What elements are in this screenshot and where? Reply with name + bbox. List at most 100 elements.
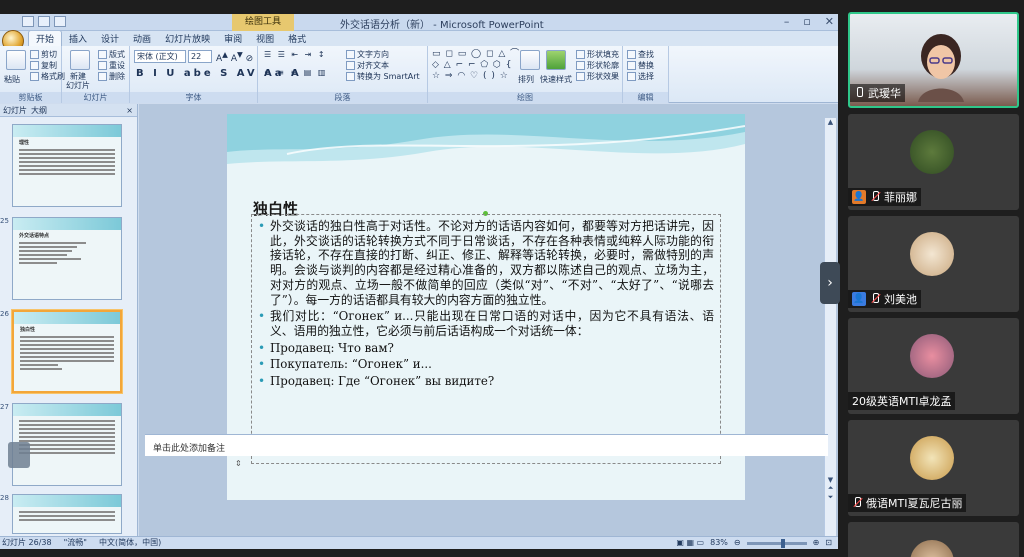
- slide-header-wave: [227, 114, 745, 164]
- bullet-icon: •: [258, 374, 266, 389]
- tab-animations[interactable]: 动画: [126, 31, 158, 46]
- close-icon[interactable]: ✕: [825, 15, 834, 28]
- text-direction-button[interactable]: 文字方向: [346, 49, 389, 60]
- zoom-out-icon[interactable]: ⊖: [734, 537, 741, 549]
- vertical-scrollbar[interactable]: ▲ ▼ ⏶ ⏷: [824, 118, 836, 538]
- view-buttons[interactable]: ▣ ▦ ▭: [676, 537, 704, 549]
- shape-fill-button[interactable]: 形状填充: [576, 49, 619, 60]
- tab-slideshow[interactable]: 幻灯片放映: [158, 31, 217, 46]
- layout-button[interactable]: 版式: [98, 49, 125, 60]
- align-text-button[interactable]: 对齐文本: [346, 60, 389, 71]
- zoom-in-icon[interactable]: ⊕: [813, 537, 820, 549]
- close-pane-icon[interactable]: ×: [126, 104, 133, 116]
- undo-icon[interactable]: [38, 16, 50, 27]
- maximize-icon[interactable]: ▫: [803, 15, 810, 28]
- thumbnail-scroll-overlay[interactable]: [8, 442, 30, 468]
- find-button[interactable]: 查找: [627, 49, 654, 60]
- copy-button[interactable]: 复制: [30, 60, 57, 71]
- tab-slides[interactable]: 幻灯片: [3, 104, 27, 116]
- new-slide-button[interactable]: 新建 幻灯片: [66, 72, 90, 90]
- tab-insert[interactable]: 插入: [62, 31, 94, 46]
- quick-styles-button[interactable]: 快速样式: [540, 74, 572, 85]
- prev-slide-icon[interactable]: ⏶: [825, 484, 836, 493]
- group-label: 剪贴板: [0, 92, 61, 103]
- paste-icon[interactable]: [6, 50, 26, 70]
- cut-button[interactable]: 剪切: [30, 49, 57, 60]
- theme-name: "流畅": [63, 538, 87, 547]
- participant-name-bar: 👤 刘美池: [848, 290, 921, 308]
- scroll-up-icon[interactable]: ▲: [825, 118, 836, 126]
- participant-name-bar: 武瑷华: [850, 84, 905, 102]
- tab-format[interactable]: 格式: [281, 31, 313, 46]
- participant-tile[interactable]: 俄语MTI夏瓦尼古丽: [848, 420, 1019, 516]
- tab-view[interactable]: 视图: [249, 31, 281, 46]
- quick-access-toolbar: [22, 16, 66, 27]
- shape-outline-button[interactable]: 形状轮廓: [576, 60, 619, 71]
- tab-home[interactable]: 开始: [28, 30, 63, 46]
- avatar: [910, 436, 954, 480]
- arrange-button[interactable]: 排列: [518, 74, 534, 85]
- slide-editor: 独白性 • 外交谈话的独白性高于对话性。不论对方的话语内容如何，都要等对方把话讲完…: [139, 104, 838, 536]
- group-clipboard: 粘贴 剪切 复制 格式刷 剪贴板: [0, 46, 65, 103]
- mic-muted-icon: [852, 497, 862, 509]
- align-buttons[interactable]: ≡ ≡ ≡ ▤ ▥: [264, 68, 327, 77]
- arrange-icon[interactable]: [520, 50, 540, 70]
- group-paragraph: ☰ ☰ ⇤ ⇥ ↕ ≡ ≡ ≡ ▤ ▥ 文字方向 对齐文本 转换为 SmartA…: [258, 46, 428, 103]
- participant-tile-active[interactable]: 武瑷华: [848, 12, 1019, 108]
- format-painter-button[interactable]: 格式刷: [30, 71, 65, 82]
- slide-body-textbox[interactable]: • 外交谈话的独白性高于对话性。不论对方的话语内容如何，都要等对方把话讲完，因此，…: [251, 214, 721, 464]
- select-button[interactable]: 选择: [627, 71, 654, 82]
- group-label: 绘图: [428, 92, 622, 103]
- tab-review[interactable]: 审阅: [217, 31, 249, 46]
- participant-name-bar: 20级英语MTI卓龙孟: [848, 392, 956, 410]
- autofit-options-icon[interactable]: ⇕: [235, 459, 245, 469]
- status-bar: 幻灯片 26/38 "流畅" 中文(简体，中国) ▣ ▦ ▭ 83% ⊖ ⊕ ⊡: [0, 536, 838, 549]
- shape-effects-button[interactable]: 形状效果: [576, 71, 619, 82]
- language-indicator[interactable]: 中文(简体，中国): [99, 537, 161, 549]
- participant-tile[interactable]: 👤 刘美池: [848, 216, 1019, 312]
- zoom-level[interactable]: 83%: [710, 537, 728, 549]
- scroll-down-icon[interactable]: ▼: [825, 476, 836, 484]
- bullet-icon: •: [258, 309, 266, 324]
- slide-count: 幻灯片 26/38: [2, 538, 52, 547]
- notes-pane[interactable]: 单击此处添加备注: [145, 434, 828, 456]
- minimize-icon[interactable]: –: [784, 15, 790, 28]
- bullet-item: • Продавец: Что вам?: [258, 340, 394, 355]
- bullet-icon: •: [258, 219, 266, 233]
- collapse-panel-chevron-icon[interactable]: ›: [820, 262, 840, 304]
- tab-design[interactable]: 设计: [94, 31, 126, 46]
- replace-button[interactable]: 替换: [627, 60, 654, 71]
- participant-tile[interactable]: 20级英语MTI卓龙孟: [848, 318, 1019, 414]
- redo-icon[interactable]: [54, 16, 66, 27]
- slide-thumbnail[interactable]: 25 外交话语特点: [0, 217, 138, 303]
- reset-button[interactable]: 重设: [98, 60, 125, 71]
- work-area: 幻灯片 大纲 × 理性 25 外交话语特点 26 独白性 27 28 独白性 •…: [0, 104, 838, 536]
- bullet-item: • 我们对比：“Огонек” и...只能出现在日常口语的对话中，因为它不具有语…: [258, 309, 714, 338]
- quick-styles-icon[interactable]: [546, 50, 566, 70]
- paste-button[interactable]: 粘贴: [4, 74, 20, 85]
- font-name-select[interactable]: 宋体 (正文): [134, 50, 186, 63]
- new-slide-icon[interactable]: [70, 50, 90, 70]
- participant-name-bar: 👤 菲丽娜: [848, 188, 921, 206]
- avatar: [910, 334, 954, 378]
- font-grow-shrink[interactable]: A▲ A▼ ⊘: [216, 50, 253, 64]
- zoom-slider[interactable]: [746, 538, 807, 548]
- avatar: [910, 232, 954, 276]
- next-slide-icon[interactable]: ⏷: [825, 493, 836, 502]
- save-icon[interactable]: [22, 16, 34, 27]
- delete-button[interactable]: 删除: [98, 71, 125, 82]
- tab-outline[interactable]: 大纲: [31, 104, 47, 116]
- bullet-item: • Продавец: Где “Огонек” вы видите?: [258, 374, 495, 389]
- participant-tile[interactable]: 👤 菲丽娜: [848, 114, 1019, 210]
- list-buttons[interactable]: ☰ ☰ ⇤ ⇥ ↕: [264, 50, 327, 59]
- smartart-button[interactable]: 转换为 SmartArt: [346, 71, 420, 82]
- shapes-gallery[interactable]: ▭ ◻ ▭ ◯ ◻ △ ⌒ ◇ △ ⌐ ⌐ ⬠ ⬡ {☆ ⇒ ◠ ♡ ( ) ☆: [432, 49, 520, 82]
- font-size-select[interactable]: 22: [188, 50, 212, 63]
- group-label: 幻灯片: [62, 92, 129, 103]
- fit-window-icon[interactable]: ⊡: [825, 537, 832, 549]
- slide-thumbnail-selected[interactable]: 26 独白性: [0, 310, 138, 396]
- slide-thumbnail[interactable]: 理性: [0, 124, 138, 210]
- user-badge-icon: 👤: [852, 292, 866, 306]
- window-title: 外交话语分析（新） - Microsoft PowerPoint: [340, 20, 544, 31]
- participant-tile[interactable]: [848, 522, 1019, 557]
